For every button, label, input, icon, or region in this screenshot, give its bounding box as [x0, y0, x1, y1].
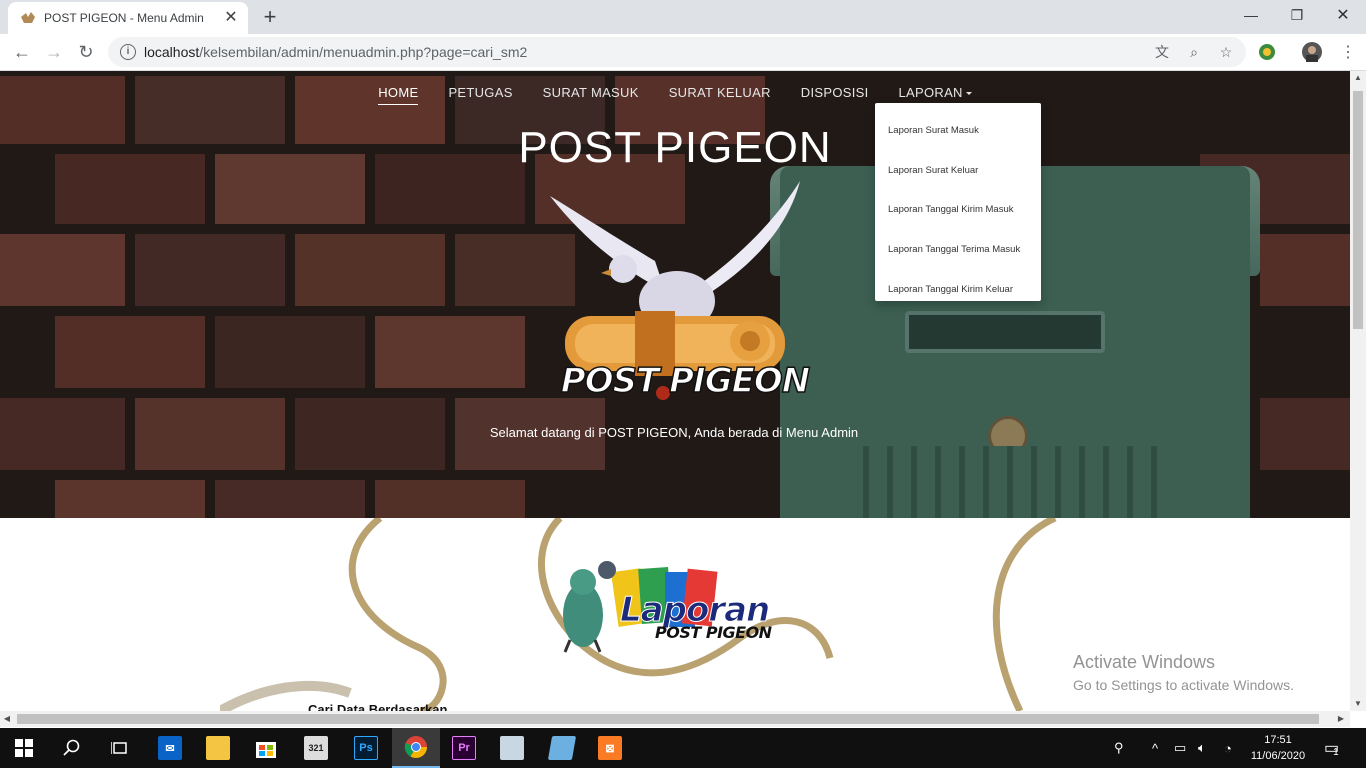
menu-item-laporan-surat-masuk[interactable]: Laporan Surat Masuk: [875, 111, 1041, 151]
translate-icon[interactable]: 文: [1154, 44, 1170, 60]
microsoft-store-icon[interactable]: [242, 728, 290, 768]
nav-disposisi[interactable]: DISPOSISI: [801, 85, 869, 105]
windows-logo-icon: [15, 739, 33, 757]
hero-section: HOME PETUGAS SURAT MASUK SURAT KELUAR DI…: [0, 71, 1350, 518]
new-tab-button[interactable]: +: [258, 6, 282, 30]
tab-title: POST PIGEON - Menu Admin: [44, 11, 204, 25]
notification-center-icon[interactable]: ▭ 1: [1324, 728, 1339, 768]
browser-tab[interactable]: POST PIGEON - Menu Admin ✕: [8, 2, 248, 34]
notification-count: 1: [1333, 746, 1339, 758]
close-tab-icon[interactable]: ✕: [222, 9, 240, 27]
tab-strip: POST PIGEON - Menu Admin ✕ + — ❐ ✕: [0, 0, 1366, 34]
xampp-icon[interactable]: ⊠: [586, 728, 634, 768]
back-button[interactable]: ←: [8, 38, 36, 66]
nav-laporan-label: LAPORAN: [898, 85, 963, 100]
close-window-button[interactable]: ✕: [1320, 0, 1366, 30]
pigeon-favicon-icon: [21, 12, 35, 23]
volume-icon[interactable]: 🔈︎: [1198, 728, 1206, 768]
scroll-down-icon[interactable]: ▼: [1350, 697, 1366, 711]
menu-item-laporan-surat-keluar[interactable]: Laporan Surat Keluar: [875, 151, 1041, 191]
laporan-subtitle: POST PIGEON: [655, 623, 772, 642]
windows-taskbar: ✉ 321 Ps Pr ⊠ ⚲ ^ ▭ 🔈︎ ◔ 17:51 11/06/202…: [0, 728, 1366, 768]
activate-windows-watermark: Activate Windows Go to Settings to activ…: [1073, 652, 1294, 693]
mail-app-icon[interactable]: ✉: [146, 728, 194, 768]
browser-menu-icon[interactable]: ⋮: [1334, 38, 1362, 66]
reload-button[interactable]: ↻: [72, 38, 100, 66]
scroll-right-icon[interactable]: ▶: [1334, 711, 1348, 727]
menu-item-laporan-tanggal-terima-masuk[interactable]: Laporan Tanggal Terima Masuk: [875, 230, 1041, 270]
nav-surat-masuk[interactable]: SURAT MASUK: [543, 85, 639, 105]
menu-item-laporan-tanggal-kirim-keluar[interactable]: Laporan Tanggal Kirim Keluar: [875, 269, 1041, 309]
wifi-icon[interactable]: ◔: [1224, 728, 1232, 768]
nav-laporan[interactable]: LAPORAN: [899, 85, 972, 105]
logo-wordmark: POST PIGEON: [560, 360, 811, 402]
welcome-message: Selamat datang di POST PIGEON, Anda bera…: [489, 425, 859, 440]
notes-app-icon[interactable]: [538, 728, 586, 768]
task-view-icon[interactable]: [96, 728, 144, 768]
premiere-icon[interactable]: Pr: [440, 728, 488, 768]
start-button[interactable]: [0, 728, 48, 768]
vertical-scrollbar[interactable]: ▲ ▼: [1350, 71, 1366, 711]
laporan-dropdown-menu: Laporan Surat Masuk Laporan Surat Keluar…: [875, 103, 1041, 301]
nav-surat-keluar[interactable]: SURAT KELUAR: [669, 85, 771, 105]
restore-button[interactable]: ❐: [1274, 0, 1320, 30]
search-section-heading: Cari Data Berdasarkan: [308, 702, 448, 711]
activate-subtitle: Go to Settings to activate Windows.: [1073, 677, 1294, 693]
clock-date: 11/06/2020: [1250, 750, 1306, 762]
zoom-icon[interactable]: ⌕: [1186, 44, 1202, 60]
extension-icon[interactable]: [1257, 42, 1277, 62]
caret-down-icon: [965, 92, 972, 96]
chrome-icon[interactable]: [392, 728, 440, 768]
main-navigation: HOME PETUGAS SURAT MASUK SURAT KELUAR DI…: [0, 85, 1350, 105]
terminal-window-icon[interactable]: [488, 728, 536, 768]
people-icon[interactable]: ⚲: [1114, 728, 1124, 768]
minimize-button[interactable]: —: [1228, 0, 1274, 30]
photoshop-icon[interactable]: Ps: [342, 728, 390, 768]
site-info-icon[interactable]: i: [120, 44, 136, 60]
profile-avatar-icon[interactable]: [1302, 42, 1322, 62]
search-icon[interactable]: [48, 728, 96, 768]
file-explorer-icon[interactable]: [194, 728, 242, 768]
vertical-scroll-thumb[interactable]: [1353, 91, 1363, 329]
horizontal-scrollbar[interactable]: ◀ ▶: [0, 711, 1350, 727]
scroll-up-icon[interactable]: ▲: [1350, 71, 1366, 85]
forward-button[interactable]: →: [40, 38, 68, 66]
nav-home[interactable]: HOME: [378, 85, 419, 105]
bookmark-star-icon[interactable]: ☆: [1218, 44, 1234, 60]
calendar-app-icon[interactable]: 321: [292, 728, 340, 768]
page-viewport: HOME PETUGAS SURAT MASUK SURAT KELUAR DI…: [0, 71, 1350, 711]
url-text: localhost/kelsembilan/admin/menuadmin.ph…: [144, 44, 528, 60]
system-clock[interactable]: 17:51 11/06/2020: [1242, 732, 1314, 764]
browser-toolbar: ← → ↻ i localhost/kelsembilan/admin/menu…: [0, 34, 1366, 71]
address-bar[interactable]: i localhost/kelsembilan/admin/menuadmin.…: [108, 37, 1246, 67]
horizontal-scroll-thumb[interactable]: [17, 714, 1319, 724]
nav-petugas[interactable]: PETUGAS: [448, 85, 512, 105]
battery-icon[interactable]: ▭: [1174, 728, 1186, 768]
hero-title: POST PIGEON: [518, 123, 832, 172]
scroll-left-icon[interactable]: ◀: [0, 711, 14, 727]
show-hidden-icons-icon[interactable]: ^: [1152, 728, 1158, 768]
menu-item-laporan-tanggal-kirim-masuk[interactable]: Laporan Tanggal Kirim Masuk: [875, 190, 1041, 230]
activate-title: Activate Windows: [1073, 652, 1216, 672]
clock-time: 17:51: [1264, 734, 1292, 746]
